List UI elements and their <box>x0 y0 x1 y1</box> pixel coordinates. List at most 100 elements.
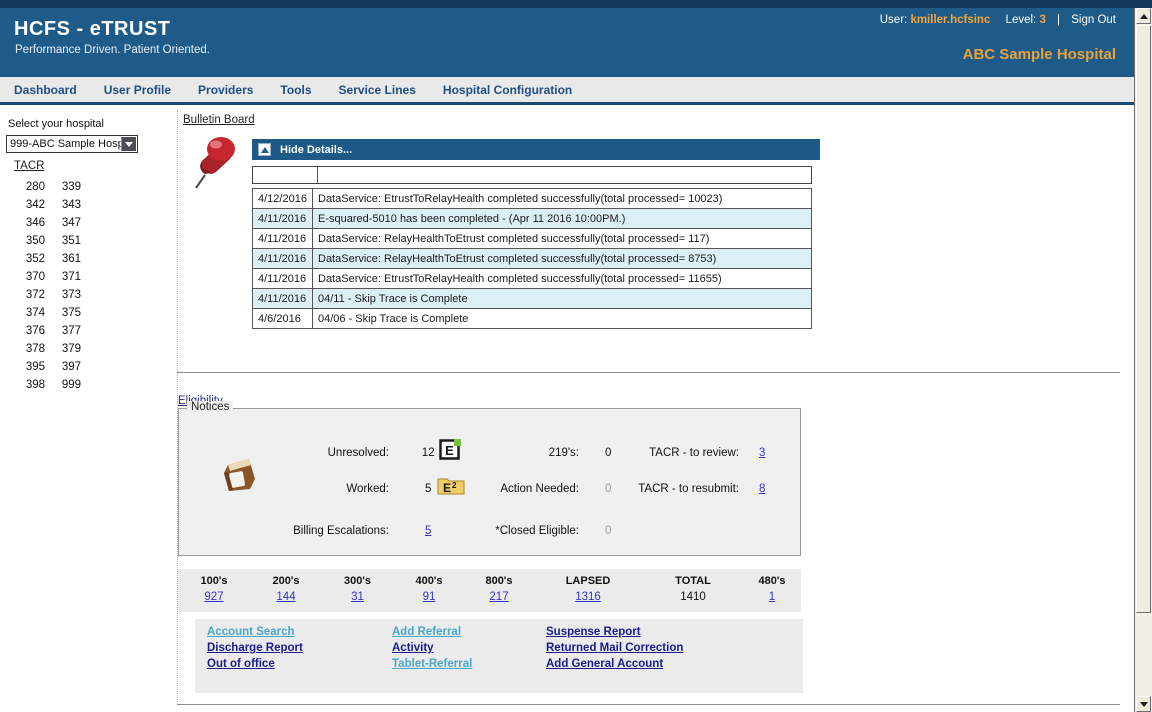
bulletin-message: DataService: EtrustToRelayHealth complet… <box>313 269 812 289</box>
tacr-code[interactable]: 347 <box>50 217 81 229</box>
bucket-300s: 300's 31 <box>322 575 393 612</box>
scroll-up-icon[interactable] <box>1136 8 1151 24</box>
219s-label: 219's: <box>479 447 579 459</box>
bucket-count-link[interactable]: 217 <box>489 591 508 603</box>
bucket-count-link[interactable]: 1316 <box>575 591 601 603</box>
tacr-review-link[interactable]: 3 <box>754 447 770 459</box>
tacr-code[interactable]: 373 <box>50 289 81 301</box>
tacr-code[interactable]: 374 <box>14 307 45 319</box>
nav-tools[interactable]: Tools <box>280 83 311 97</box>
bucket-count-link[interactable]: 91 <box>423 591 436 603</box>
suspense-report-link[interactable]: Suspense Report <box>546 626 683 638</box>
bucket-count-link[interactable]: 927 <box>204 591 223 603</box>
bucket-lapsed: LAPSED 1316 <box>533 575 643 612</box>
bulletin-date: 4/12/2016 <box>253 189 313 209</box>
tacr-code[interactable]: 378 <box>14 343 45 355</box>
billing-escalations-link[interactable]: 5 <box>408 525 448 537</box>
tacr-code[interactable]: 342 <box>14 199 45 211</box>
bucket-total: TOTAL 1410 <box>643 575 743 612</box>
tacr-code[interactable]: 350 <box>14 235 45 247</box>
pushpin-icon <box>191 134 239 192</box>
bulletin-message: DataService: RelayHealthToEtrust complet… <box>313 229 812 249</box>
bulletin-board-link[interactable]: Bulletin Board <box>183 114 255 126</box>
out-of-office-link[interactable]: Out of office <box>207 658 303 670</box>
notice-row: TACR - to resubmit: 8 <box>629 483 770 495</box>
user-label: User: <box>880 14 907 26</box>
table-row: 4/11/2016 DataService: RelayHealthToEtru… <box>253 229 812 249</box>
table-row: 4/11/2016 DataService: EtrustToRelayHeal… <box>253 269 812 289</box>
level-label: Level: <box>1006 14 1037 26</box>
bulletin-date: 4/6/2016 <box>253 309 313 329</box>
sidebar-separator <box>177 110 178 704</box>
quick-links-panel: Account Search Discharge Report Out of o… <box>195 619 803 693</box>
tacr-code[interactable]: 371 <box>50 271 81 283</box>
tacr-resubmit-label: TACR - to resubmit: <box>629 483 739 495</box>
nav-service-lines[interactable]: Service Lines <box>339 83 416 97</box>
tacr-code[interactable]: 377 <box>50 325 81 337</box>
219s-value: 0 <box>598 447 618 459</box>
bucket-count-link[interactable]: 31 <box>351 591 364 603</box>
activity-link[interactable]: Activity <box>392 642 472 654</box>
hide-details-label[interactable]: Hide Details... <box>280 144 352 156</box>
svg-text:E: E <box>445 443 454 458</box>
tacr-code[interactable]: 339 <box>50 181 81 193</box>
collapse-details-icon[interactable] <box>258 143 271 156</box>
svg-text:E: E <box>443 481 451 495</box>
tacr-code[interactable]: 395 <box>14 361 45 373</box>
add-general-account-link[interactable]: Add General Account <box>546 658 683 670</box>
bulletin-date: 4/11/2016 <box>253 289 313 309</box>
bulletin-header-row <box>252 166 812 184</box>
header-top-strip <box>0 0 1152 8</box>
notice-row: Billing Escalations: 5 <box>229 525 448 537</box>
table-row: 4/11/2016 DataService: RelayHealthToEtru… <box>253 249 812 269</box>
notice-row: *Closed Eligible: 0 <box>479 525 618 537</box>
tacr-code[interactable]: 351 <box>50 235 81 247</box>
tacr-code[interactable]: 398 <box>14 379 45 391</box>
tacr-code[interactable]: 376 <box>14 325 45 337</box>
add-referral-link[interactable]: Add Referral <box>392 626 472 638</box>
sign-out-link[interactable]: Sign Out <box>1071 14 1116 26</box>
vertical-scrollbar[interactable] <box>1134 8 1152 712</box>
closed-eligible-value: 0 <box>598 525 618 537</box>
tacr-code[interactable]: 343 <box>50 199 81 211</box>
tacr-code[interactable]: 280 <box>14 181 45 193</box>
nav-hospital-configuration[interactable]: Hospital Configuration <box>443 83 572 97</box>
tablet-referral-link[interactable]: Tablet-Referral <box>392 658 472 670</box>
bucket-count-link[interactable]: 1 <box>769 591 775 603</box>
scrollbar-thumb[interactable] <box>1136 25 1151 613</box>
hospital-name: ABC Sample Hospital <box>963 46 1116 63</box>
tacr-code[interactable]: 375 <box>50 307 81 319</box>
account-search-link[interactable]: Account Search <box>207 626 303 638</box>
nav-dashboard[interactable]: Dashboard <box>14 83 77 97</box>
etrust-dashboard-page: HCFS - eTRUST Performance Driven. Patien… <box>0 0 1152 712</box>
tacr-code[interactable]: 379 <box>50 343 81 355</box>
tacr-code[interactable]: 352 <box>14 253 45 265</box>
notice-row: 219's: 0 <box>479 447 618 459</box>
bucket-200s: 200's 144 <box>250 575 322 612</box>
tacr-link[interactable]: TACR <box>14 160 44 172</box>
bulletin-message: 04/06 - Skip Trace is Complete <box>313 309 812 329</box>
tacr-resubmit-link[interactable]: 8 <box>754 483 770 495</box>
nav-user-profile[interactable]: User Profile <box>104 83 171 97</box>
tacr-review-label: TACR - to review: <box>629 447 739 459</box>
discharge-report-link[interactable]: Discharge Report <box>207 642 303 654</box>
tacr-code[interactable]: 372 <box>14 289 45 301</box>
bucket-count-link[interactable]: 144 <box>276 591 295 603</box>
hospital-select[interactable]: 999-ABC Sample Hosp <box>6 135 138 153</box>
tacr-code[interactable]: 370 <box>14 271 45 283</box>
bucket-label: 400's <box>393 575 465 587</box>
tacr-code[interactable]: 361 <box>50 253 81 265</box>
bulletin-date: 4/11/2016 <box>253 229 313 249</box>
nav-providers[interactable]: Providers <box>198 83 253 97</box>
select-dropdown-icon[interactable] <box>121 137 136 151</box>
bucket-total-value: 1410 <box>680 591 706 603</box>
returned-mail-correction-link[interactable]: Returned Mail Correction <box>546 642 683 654</box>
tacr-code[interactable]: 397 <box>50 361 81 373</box>
bucket-label: 100's <box>178 575 250 587</box>
notice-row: Unresolved: 12 <box>229 447 448 459</box>
hospital-select-label: Select your hospital <box>8 118 104 130</box>
scroll-down-icon[interactable] <box>1136 696 1151 712</box>
tacr-code[interactable]: 999 <box>50 379 81 391</box>
tacr-code[interactable]: 346 <box>14 217 45 229</box>
bulletin-table: 4/12/2016 DataService: EtrustToRelayHeal… <box>252 188 812 329</box>
